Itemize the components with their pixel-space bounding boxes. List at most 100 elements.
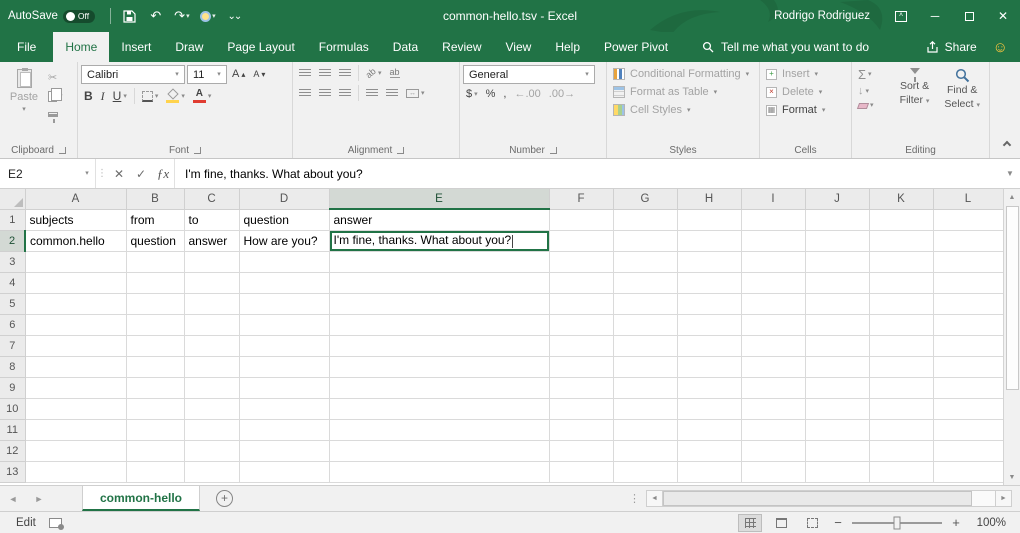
row-header-3[interactable]: 3: [0, 251, 25, 272]
cell-D2[interactable]: How are you?: [239, 230, 329, 251]
clear-button[interactable]: ▾: [855, 101, 891, 110]
cell-J1[interactable]: [805, 209, 869, 230]
column-header-F[interactable]: F: [549, 189, 613, 209]
sheet-bar-resize-handle[interactable]: ⋮: [625, 486, 644, 511]
cell-C10[interactable]: [184, 398, 239, 419]
name-box[interactable]: E2 ▾: [0, 159, 96, 188]
scroll-left-button[interactable]: ◄: [646, 490, 663, 507]
cell-L7[interactable]: [933, 335, 1003, 356]
cell-C7[interactable]: [184, 335, 239, 356]
copy-button[interactable]: ▾: [45, 88, 66, 104]
enter-button[interactable]: ✓: [130, 159, 152, 188]
cell-I12[interactable]: [741, 440, 805, 461]
cell-F9[interactable]: [549, 377, 613, 398]
cell-G7[interactable]: [613, 335, 677, 356]
column-header-J[interactable]: J: [805, 189, 869, 209]
cell-I2[interactable]: [741, 230, 805, 251]
column-header-C[interactable]: C: [184, 189, 239, 209]
cell-L13[interactable]: [933, 461, 1003, 482]
cell-G13[interactable]: [613, 461, 677, 482]
cell-I6[interactable]: [741, 314, 805, 335]
cell-J8[interactable]: [805, 356, 869, 377]
cell-K4[interactable]: [869, 272, 933, 293]
cell-E8[interactable]: [329, 356, 549, 377]
cell-K13[interactable]: [869, 461, 933, 482]
wrap-text-button[interactable]: ab: [387, 67, 403, 79]
cell-G2[interactable]: [613, 230, 677, 251]
cell-E7[interactable]: [329, 335, 549, 356]
cell-E6[interactable]: [329, 314, 549, 335]
cell-K11[interactable]: [869, 419, 933, 440]
decrease-font-size-button[interactable]: A▾: [250, 69, 268, 80]
cell-H11[interactable]: [677, 419, 741, 440]
column-header-I[interactable]: I: [741, 189, 805, 209]
cut-button[interactable]: ✂: [45, 70, 66, 86]
cell-J4[interactable]: [805, 272, 869, 293]
cell-K3[interactable]: [869, 251, 933, 272]
cell-B10[interactable]: [126, 398, 184, 419]
cell-L1[interactable]: [933, 209, 1003, 230]
comma-style-button[interactable]: ,: [500, 88, 509, 101]
cell-H1[interactable]: [677, 209, 741, 230]
row-header-4[interactable]: 4: [0, 272, 25, 293]
align-left-button[interactable]: [296, 88, 314, 99]
row-header-13[interactable]: 13: [0, 461, 25, 482]
insert-cells-button[interactable]: +Insert▾: [763, 65, 848, 83]
cell-G5[interactable]: [613, 293, 677, 314]
cell-L8[interactable]: [933, 356, 1003, 377]
autosum-button[interactable]: Σ▾: [855, 67, 891, 82]
pen-mode-button[interactable]: ▾: [196, 4, 220, 28]
cell-F4[interactable]: [549, 272, 613, 293]
tab-formulas[interactable]: Formulas: [307, 32, 381, 62]
row-header-2[interactable]: 2: [0, 230, 25, 251]
number-format-dropdown-arrow[interactable]: ▾: [580, 71, 594, 78]
new-sheet-button[interactable]: +: [216, 490, 233, 507]
cell-A1[interactable]: subjects: [25, 209, 126, 230]
cell-B12[interactable]: [126, 440, 184, 461]
undo-button[interactable]: ↶: [144, 4, 168, 28]
font-color-button[interactable]: A▾: [190, 88, 215, 104]
cell-G4[interactable]: [613, 272, 677, 293]
view-page-layout-button[interactable]: [769, 514, 793, 532]
cell-C3[interactable]: [184, 251, 239, 272]
cell-F2[interactable]: [549, 230, 613, 251]
cell-E9[interactable]: [329, 377, 549, 398]
scroll-up-button[interactable]: ▲: [1004, 189, 1020, 205]
sort-filter-button[interactable]: Sort & Filter ▾: [891, 65, 939, 142]
cell-D9[interactable]: [239, 377, 329, 398]
italic-button[interactable]: I: [98, 89, 108, 103]
cell-F1[interactable]: [549, 209, 613, 230]
row-header-9[interactable]: 9: [0, 377, 25, 398]
cell-B1[interactable]: from: [126, 209, 184, 230]
cell-G8[interactable]: [613, 356, 677, 377]
fill-button[interactable]: ↓▾: [855, 85, 891, 98]
cell-F12[interactable]: [549, 440, 613, 461]
font-name-dropdown-arrow[interactable]: ▾: [170, 71, 184, 78]
name-box-dropdown-arrow[interactable]: ▾: [79, 170, 95, 177]
cell-G6[interactable]: [613, 314, 677, 335]
autosave-switch[interactable]: Off: [63, 10, 95, 23]
paste-button[interactable]: Paste ▾: [3, 65, 45, 142]
select-all-corner[interactable]: [0, 189, 25, 209]
cell-I7[interactable]: [741, 335, 805, 356]
accounting-format-button[interactable]: $▾: [463, 88, 481, 101]
cell-F6[interactable]: [549, 314, 613, 335]
horizontal-scrollbar[interactable]: ◄ ►: [646, 490, 1012, 507]
cell-H13[interactable]: [677, 461, 741, 482]
cell-B9[interactable]: [126, 377, 184, 398]
row-header-5[interactable]: 5: [0, 293, 25, 314]
alignment-dialog-launcher[interactable]: [397, 147, 404, 154]
cell-K6[interactable]: [869, 314, 933, 335]
cell-I5[interactable]: [741, 293, 805, 314]
percent-style-button[interactable]: %: [483, 88, 499, 101]
customize-quick-access-toolbar-button[interactable]: ⌄⌄: [222, 4, 246, 28]
cell-J3[interactable]: [805, 251, 869, 272]
find-select-button[interactable]: Find & Select ▾: [938, 65, 986, 142]
cell-B3[interactable]: [126, 251, 184, 272]
cell-K8[interactable]: [869, 356, 933, 377]
cell-I8[interactable]: [741, 356, 805, 377]
delete-cells-button[interactable]: ×Delete▾: [763, 83, 848, 101]
cell-G11[interactable]: [613, 419, 677, 440]
cell-J11[interactable]: [805, 419, 869, 440]
cell-D13[interactable]: [239, 461, 329, 482]
